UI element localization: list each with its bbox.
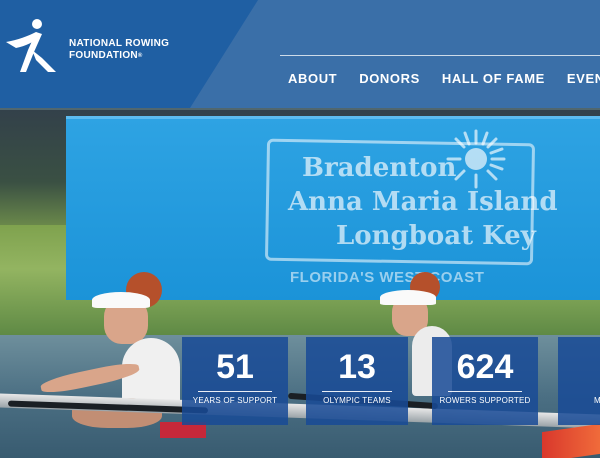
stat-label: OLYMPIC TEAMS (323, 396, 391, 405)
stat-olympic-teams: 13 OLYMPIC TEAMS (306, 337, 408, 425)
stat-divider (198, 391, 272, 392)
site-name-line-2: FOUNDATION (69, 50, 138, 61)
banner-line-3: Longboat Key (336, 221, 536, 251)
registered-mark: ® (137, 53, 143, 59)
nav-hall-of-fame[interactable]: HALL OF FAME (442, 71, 545, 89)
banner-line-1: Bradenton (302, 153, 457, 183)
nav-divider (280, 55, 600, 56)
main-nav: ABOUT DONORS HALL OF FAME EVENTS (288, 71, 600, 89)
rower-figure-icon[interactable] (4, 18, 60, 74)
site-name-line-1: NATIONAL ROWING (69, 38, 170, 49)
stat-divider (448, 391, 522, 392)
stat-label: M (594, 396, 600, 405)
stat-rowers-supported: 624 ROWERS SUPPORTED (432, 337, 538, 425)
stat-value: 51 (216, 348, 254, 386)
banner-line-2: Anna Maria Island (288, 187, 558, 217)
stat-label: YEARS OF SUPPORT (192, 396, 278, 405)
nav-about[interactable]: ABOUT (288, 71, 337, 89)
nav-events[interactable]: EVENTS (567, 71, 600, 89)
stat-value: 624 (456, 348, 514, 386)
nav-donors[interactable]: DONORS (359, 71, 420, 89)
stat-years-of-support: 51 YEARS OF SUPPORT (182, 337, 288, 425)
stat-partial: M (558, 337, 600, 425)
stat-value: 13 (338, 348, 376, 386)
stat-divider (322, 391, 392, 392)
banner-tagline: FLORIDA'S WEST COAST (290, 269, 485, 286)
stat-label: ROWERS SUPPORTED (439, 396, 531, 405)
site-name[interactable]: NATIONAL ROWING FOUNDATION® (69, 38, 169, 62)
